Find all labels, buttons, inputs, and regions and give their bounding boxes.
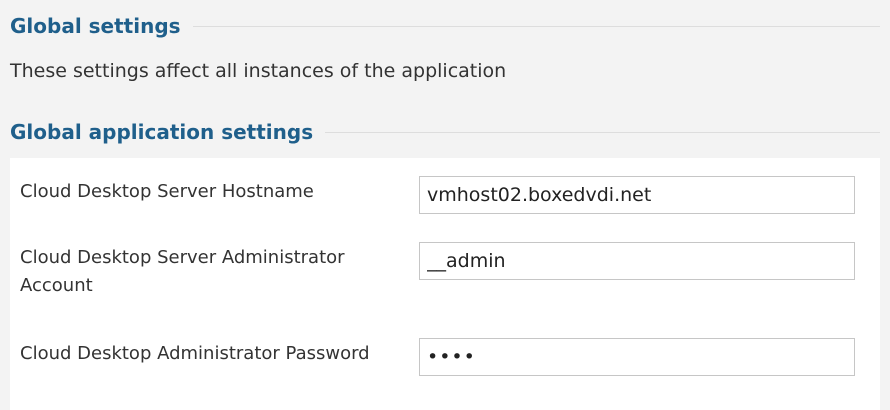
global-settings-title: Global settings — [10, 14, 181, 38]
admin-account-label: Cloud Desktop Server Administrator Accou… — [20, 247, 345, 296]
admin-account-input[interactable] — [419, 242, 855, 280]
settings-panel: Global settings These settings affect al… — [0, 0, 890, 410]
header-divider — [325, 131, 880, 133]
application-settings-header: Global application settings — [10, 120, 880, 144]
hostname-label: Cloud Desktop Server Hostname — [20, 181, 314, 202]
application-settings-title: Global application settings — [10, 120, 314, 144]
admin-password-input[interactable] — [419, 338, 855, 376]
global-settings-description: These settings affect all instances of t… — [10, 60, 507, 82]
hostname-input[interactable] — [419, 176, 855, 214]
admin-password-label: Cloud Desktop Administrator Password — [20, 343, 370, 364]
settings-form: Cloud Desktop Server Hostname Cloud Desk… — [10, 158, 880, 410]
header-divider — [192, 25, 880, 27]
global-settings-header: Global settings — [10, 14, 880, 38]
